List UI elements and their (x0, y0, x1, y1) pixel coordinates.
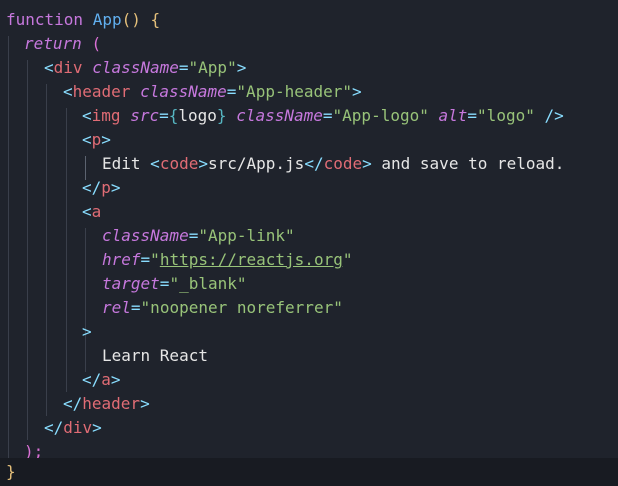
code-line[interactable]: <p> (0, 128, 618, 152)
code-tag: code (323, 154, 363, 173)
code-line-current[interactable]: } (0, 458, 618, 486)
code-line[interactable]: </header> (0, 392, 618, 416)
function-parens: () (121, 10, 141, 29)
code-line[interactable]: > (0, 320, 618, 344)
function-name: App (92, 10, 122, 29)
attr-value: "_blank" (169, 274, 247, 293)
code-line[interactable]: </p> (0, 176, 618, 200)
code-line[interactable]: <img src={logo} className="App-logo" alt… (0, 104, 618, 128)
attr-value: "App-header" (236, 82, 353, 101)
function-keyword: function (6, 10, 84, 29)
attr-classname: className (102, 226, 189, 245)
close-brace: } (6, 462, 16, 481)
code-line[interactable]: <header className="App-header"> (0, 80, 618, 104)
href-link[interactable]: https://reactjs.org (160, 250, 343, 269)
attr-value: "App-link" (198, 226, 295, 245)
logo-expression: logo (178, 106, 217, 125)
p-tag: p (101, 178, 111, 197)
div-tag: div (53, 58, 83, 77)
code-line[interactable]: rel="noopener noreferrer" (0, 296, 618, 320)
attr-value: "noopener noreferrer" (140, 298, 343, 317)
code-line[interactable]: className="App-link" (0, 224, 618, 248)
a-tag: a (101, 370, 111, 389)
p-tag: p (91, 130, 102, 149)
code-line[interactable]: function App() { (0, 8, 618, 32)
attr-src: src (130, 106, 160, 125)
code-editor[interactable]: function App() { return ( <div className… (0, 0, 618, 486)
jsx-text: Learn React (102, 346, 208, 365)
attr-value: "logo" (477, 106, 535, 125)
code-line[interactable]: Learn React (0, 344, 618, 368)
jsx-text: and save to reload. (371, 154, 565, 173)
attr-value: "App-logo" (332, 106, 429, 125)
code-line[interactable]: <div className="App"> (0, 56, 618, 80)
attr-rel: rel (102, 298, 131, 317)
code-line[interactable]: <a (0, 200, 618, 224)
attr-alt: alt (438, 106, 468, 125)
attr-target: target (102, 274, 160, 293)
div-tag: div (63, 418, 93, 437)
header-tag: header (82, 394, 141, 413)
code-line[interactable]: return ( (0, 32, 618, 56)
return-paren: ( (91, 34, 102, 53)
code-line[interactable]: href="https://reactjs.org" (0, 248, 618, 272)
jsx-text: Edit (102, 154, 151, 173)
code-line[interactable]: </a> (0, 368, 618, 392)
attr-classname: className (236, 106, 323, 125)
header-tag: header (72, 82, 131, 101)
open-brace: { (150, 10, 161, 29)
attr-value: "App" (188, 58, 237, 77)
jsx-text: src/App.js (207, 154, 305, 173)
code-line[interactable]: Edit <code>src/App.js</code> and save to… (0, 152, 618, 176)
return-keyword: return (24, 34, 82, 53)
code-line[interactable]: </div> (0, 416, 618, 440)
code-line[interactable]: target="_blank" (0, 272, 618, 296)
img-tag: img (91, 106, 121, 125)
attr-classname: className (92, 58, 179, 77)
a-tag: a (91, 202, 102, 221)
code-tag: code (159, 154, 199, 173)
attr-href: href (102, 250, 141, 269)
attr-classname: className (140, 82, 227, 101)
